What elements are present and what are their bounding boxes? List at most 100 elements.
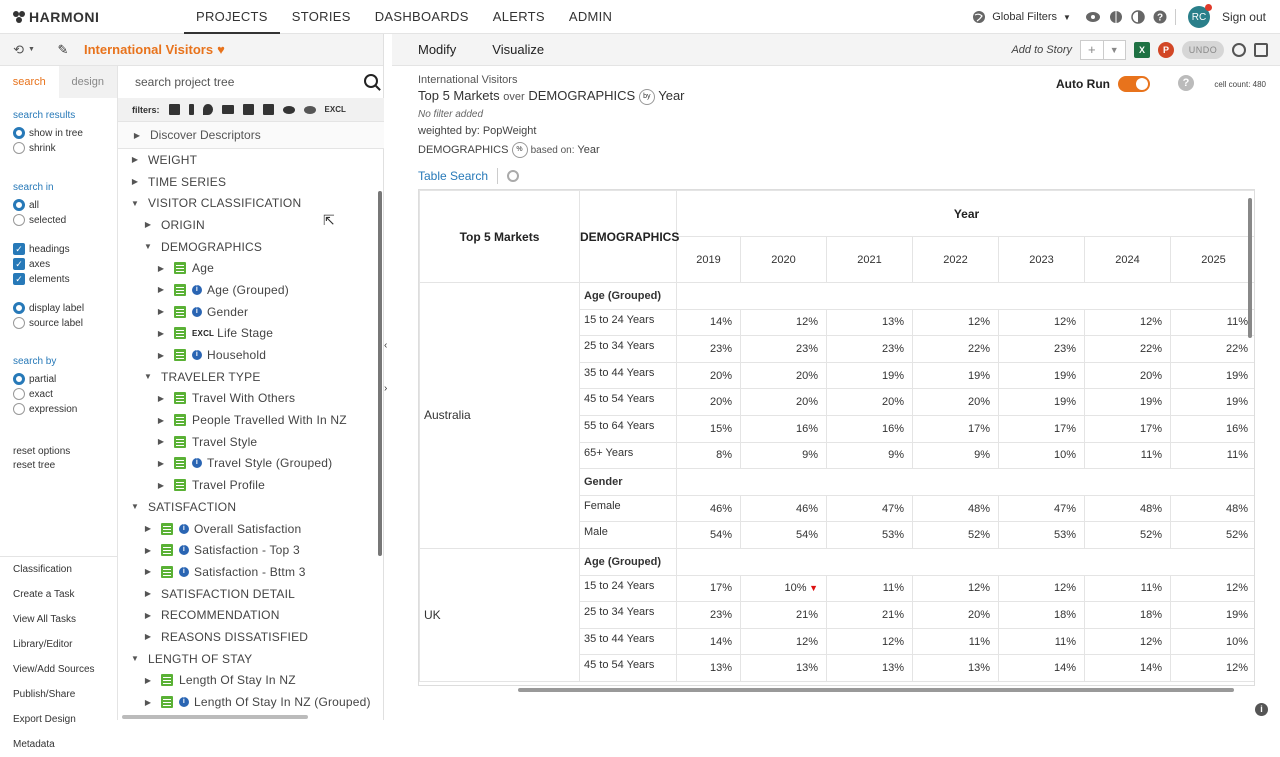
table-cell[interactable]: 19% [1170, 388, 1254, 416]
year-header[interactable]: 2022 [912, 236, 999, 283]
table-cell[interactable]: 11% [826, 574, 913, 603]
caret-right-icon[interactable]: ▶ [129, 177, 141, 186]
tree-node[interactable]: ▶ i Travel Style (Grouped) [118, 453, 376, 475]
table-cell[interactable]: 12% [740, 627, 827, 656]
tree-node[interactable]: ▶ EXCL Life Stage [118, 323, 376, 345]
radio-all[interactable]: all [13, 199, 117, 211]
table-cell[interactable]: 20% [740, 388, 827, 416]
table-cell[interactable]: 10% [998, 441, 1085, 470]
year-header[interactable]: 2021 [826, 236, 913, 283]
caret-down-icon[interactable]: ▼ [142, 372, 154, 381]
table-cell[interactable]: 13% [826, 308, 913, 337]
link-library-editor[interactable]: Library/Editor [13, 632, 118, 657]
table-cell[interactable]: 11% [1084, 574, 1171, 603]
table-cell[interactable]: 20% [912, 388, 999, 416]
tree-node[interactable]: ▶ i Satisfaction - Bttm 3 [118, 561, 376, 583]
eye-icon[interactable] [1085, 11, 1101, 23]
caret-down-icon[interactable]: ▼ [129, 502, 141, 511]
harmoni-logo[interactable]: HARMONI [12, 9, 184, 25]
tab-design[interactable]: design [58, 66, 117, 98]
table-cell[interactable]: 12% [1170, 654, 1254, 682]
table-cell[interactable]: 11% [1084, 441, 1171, 470]
year-header[interactable]: 2019 [676, 236, 741, 283]
table-cell[interactable]: 46% [676, 494, 741, 523]
info-icon[interactable]: i [192, 306, 202, 317]
caret-down-icon[interactable]: ▼ [142, 242, 154, 251]
caret-right-icon[interactable]: ▶ [155, 264, 167, 273]
caret-right-icon[interactable]: ▶ [142, 676, 154, 685]
table-cell[interactable]: 46% [740, 494, 827, 523]
tree-node[interactable]: ▶ i Household [118, 344, 376, 366]
table-cell[interactable]: 11% [1170, 308, 1254, 337]
table-cell[interactable]: 20% [676, 361, 741, 390]
table-cell[interactable]: 20% [676, 388, 741, 416]
tree-node[interactable]: ▶ Length Of Stay In NZ [118, 670, 376, 692]
year-header[interactable]: 2024 [1084, 236, 1171, 283]
table-horizontal-scrollbar[interactable] [518, 688, 1234, 692]
tree-node[interactable]: ▶ Travel With Others [118, 388, 376, 410]
table-cell[interactable]: 48% [1084, 494, 1171, 523]
table-cell[interactable]: 20% [1084, 361, 1171, 390]
checkbox-axes[interactable]: ✓ axes [13, 258, 117, 270]
caret-right-icon[interactable]: ▶ [142, 220, 154, 229]
table-cell[interactable]: 13% [740, 654, 827, 682]
excel-export-icon[interactable]: X [1134, 42, 1150, 58]
caret-right-icon[interactable]: ▶ [142, 589, 154, 598]
table-cell[interactable]: 13% [826, 654, 913, 682]
checkbox-elements[interactable]: ✓ elements [13, 273, 117, 285]
table-cell[interactable]: 17% [676, 574, 741, 603]
table-cell[interactable]: 52% [1084, 521, 1171, 549]
caret-right-icon[interactable]: ▶ [142, 698, 154, 707]
rows-variable[interactable]: Top 5 Markets [418, 88, 500, 103]
radio-partial[interactable]: partial [13, 373, 117, 385]
table-cell[interactable]: 54% [676, 521, 741, 549]
chevron-right-icon[interactable]: › [384, 383, 392, 394]
table-cell[interactable]: 12% [1084, 627, 1171, 656]
table-cell[interactable]: 12% [998, 574, 1085, 603]
table-cell[interactable]: 21% [826, 601, 913, 629]
caret-right-icon[interactable]: ▶ [142, 567, 154, 576]
table-cell[interactable]: 52% [1170, 521, 1254, 549]
search-icon[interactable] [507, 169, 520, 182]
popout-icon[interactable] [1254, 43, 1268, 57]
table-cell[interactable]: 20% [912, 601, 999, 629]
table-cell[interactable]: 10% [1170, 627, 1254, 656]
info-icon[interactable]: i [179, 523, 189, 534]
table-cell[interactable]: 20% [826, 388, 913, 416]
table-cell[interactable]: 18% [998, 601, 1085, 629]
nav-admin[interactable]: ADMIN [557, 0, 624, 34]
table-cell[interactable]: 9% [826, 441, 913, 470]
radio-exact[interactable]: exact [13, 388, 117, 400]
table-cell[interactable]: 17% [912, 414, 999, 443]
auto-run-toggle[interactable] [1118, 76, 1150, 92]
undo-button[interactable]: UNDO [1182, 41, 1224, 59]
table-cell[interactable]: 11% [912, 627, 999, 656]
by-variable[interactable]: Year [658, 88, 684, 103]
info-icon[interactable]: i [192, 350, 202, 361]
caret-right-icon[interactable]: ▶ [142, 524, 154, 533]
add-to-story-button[interactable]: + ▼ [1080, 40, 1126, 60]
table-cell[interactable]: 12% [740, 308, 827, 337]
tree-node[interactable]: ▶ i Overall Satisfaction [118, 518, 376, 540]
favorite-heart-icon[interactable]: ♥ [217, 42, 225, 57]
table-cell[interactable]: 12% [998, 308, 1085, 337]
table-cell[interactable]: 19% [1170, 601, 1254, 629]
brain-icon[interactable] [1109, 10, 1123, 24]
table-cell[interactable]: 19% [998, 361, 1085, 390]
table-cell[interactable]: 23% [826, 335, 913, 363]
refresh-icon[interactable] [1232, 43, 1246, 57]
info-icon[interactable]: i [192, 284, 202, 295]
info-icon[interactable]: i [179, 566, 189, 577]
export-filter-icon[interactable] [262, 104, 274, 115]
info-icon[interactable]: i [179, 545, 189, 556]
reset-tree-link[interactable]: reset tree [13, 460, 117, 471]
radio-shrink[interactable]: shrink [13, 142, 117, 154]
table-cell[interactable]: 17% [1084, 414, 1171, 443]
table-cell[interactable]: 16% [1170, 414, 1254, 443]
tree-node[interactable]: ▶ Travel Style [118, 431, 376, 453]
tree-node[interactable]: ▼ SATISFACTION [118, 496, 376, 518]
caret-right-icon[interactable]: ▶ [129, 155, 141, 164]
table-cell[interactable]: 47% [826, 494, 913, 523]
tab-visualize[interactable]: Visualize [492, 42, 544, 57]
tree-horizontal-scrollbar[interactable] [122, 715, 308, 719]
